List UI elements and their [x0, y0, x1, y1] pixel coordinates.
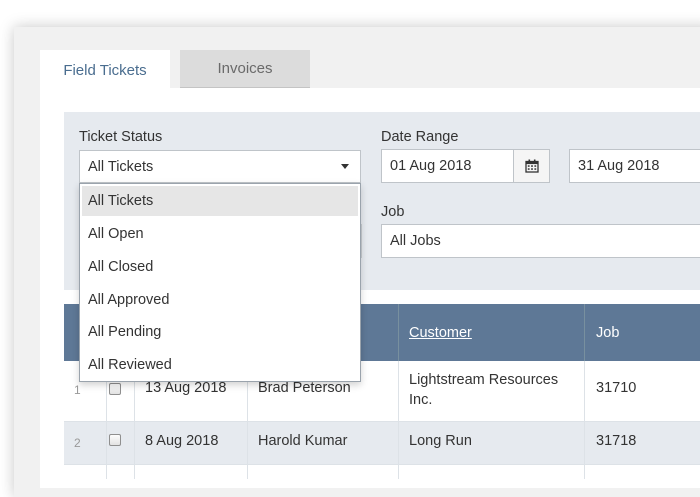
- header-divider: [584, 304, 585, 361]
- dropdown-option-all-open[interactable]: All Open: [82, 219, 358, 249]
- dropdown-option-all-reviewed[interactable]: All Reviewed: [82, 350, 358, 380]
- chevron-down-icon: [341, 164, 349, 169]
- tab-invoices[interactable]: Invoices: [180, 50, 310, 90]
- date-from-input[interactable]: 01 Aug 2018: [381, 149, 514, 183]
- job-value: All Jobs: [390, 233, 441, 249]
- ticket-status-label: Ticket Status: [79, 129, 163, 145]
- dropdown-option-all-tickets[interactable]: All Tickets: [82, 186, 358, 216]
- row-number: 1: [74, 383, 81, 397]
- row-person: Harold Kumar: [258, 433, 348, 449]
- ticket-status-dropdown: All Tickets All Open All Closed All Appr…: [79, 183, 361, 382]
- job-column-header: Job: [596, 324, 620, 341]
- row-person: Brad Peterson: [258, 380, 351, 396]
- row-customer: Long Run: [409, 433, 472, 449]
- row-job: 31718: [596, 433, 637, 449]
- calendar-button[interactable]: [513, 149, 550, 183]
- ticket-status-value: All Tickets: [88, 158, 154, 175]
- date-from-value: 01 Aug 2018: [390, 158, 472, 174]
- column-divider: [584, 361, 585, 479]
- date-to-value: 31 Aug 2018: [578, 158, 660, 174]
- row-number: 2: [74, 436, 81, 450]
- row-checkbox[interactable]: [109, 434, 121, 446]
- row-job: 31710: [596, 380, 637, 396]
- row-customer: Lightstream Resources Inc.: [409, 372, 559, 408]
- dropdown-option-all-closed[interactable]: All Closed: [82, 252, 358, 282]
- row-date: 13 Aug 2018: [145, 380, 227, 396]
- job-label: Job: [381, 204, 405, 220]
- table-row[interactable]: [64, 464, 700, 484]
- row-divider: [64, 421, 700, 422]
- column-divider: [398, 361, 399, 479]
- date-range-label: Date Range: [381, 129, 459, 145]
- header-divider: [398, 304, 399, 361]
- row-date: 8 Aug 2018: [145, 433, 219, 449]
- calendar-icon: [524, 159, 539, 173]
- customer-column-header[interactable]: Customer: [409, 304, 472, 361]
- row-checkbox[interactable]: [109, 383, 121, 395]
- date-to-input[interactable]: 31 Aug 2018: [569, 149, 700, 183]
- dropdown-option-all-approved[interactable]: All Approved: [82, 285, 358, 315]
- dropdown-option-all-pending[interactable]: All Pending: [82, 317, 358, 347]
- job-select[interactable]: All Jobs: [381, 224, 700, 258]
- tab-field-tickets[interactable]: Field Tickets: [40, 50, 170, 90]
- ticket-status-select[interactable]: All Tickets: [79, 150, 361, 183]
- row-divider: [64, 464, 700, 465]
